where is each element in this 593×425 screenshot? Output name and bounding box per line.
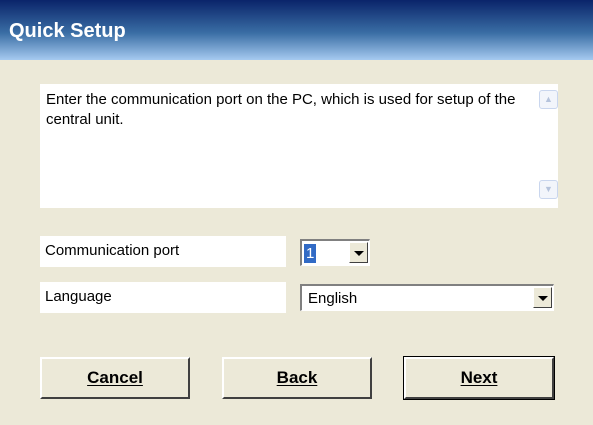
- language-value: English: [308, 290, 358, 307]
- port-value: 1: [304, 244, 317, 263]
- next-button-label: Next: [460, 368, 498, 387]
- back-button[interactable]: Back: [222, 357, 372, 399]
- language-select[interactable]: English: [300, 284, 554, 311]
- cancel-button-label: Cancel: [87, 368, 143, 387]
- language-label-box: Language: [40, 282, 286, 313]
- port-label: Communication port: [45, 242, 180, 259]
- language-label: Language: [45, 288, 112, 305]
- description-textbox[interactable]: Enter the communication port on the PC, …: [40, 84, 558, 208]
- back-button-label: Back: [276, 368, 318, 387]
- chevron-down-icon[interactable]: [533, 287, 552, 308]
- title-bar: Quick Setup: [0, 0, 593, 60]
- next-button[interactable]: Next: [403, 356, 555, 400]
- scroll-up-icon[interactable]: ▲: [539, 90, 558, 109]
- chevron-down-icon[interactable]: [349, 242, 368, 263]
- cancel-button[interactable]: Cancel: [40, 357, 190, 399]
- description-text: Enter the communication port on the PC, …: [46, 91, 516, 128]
- scroll-down-icon[interactable]: ▼: [539, 180, 558, 199]
- port-label-box: Communication port: [40, 236, 286, 267]
- port-select[interactable]: 1: [300, 239, 370, 266]
- vertical-scrollbar[interactable]: ▲ ▼: [536, 84, 558, 208]
- window-title: Quick Setup: [9, 20, 126, 42]
